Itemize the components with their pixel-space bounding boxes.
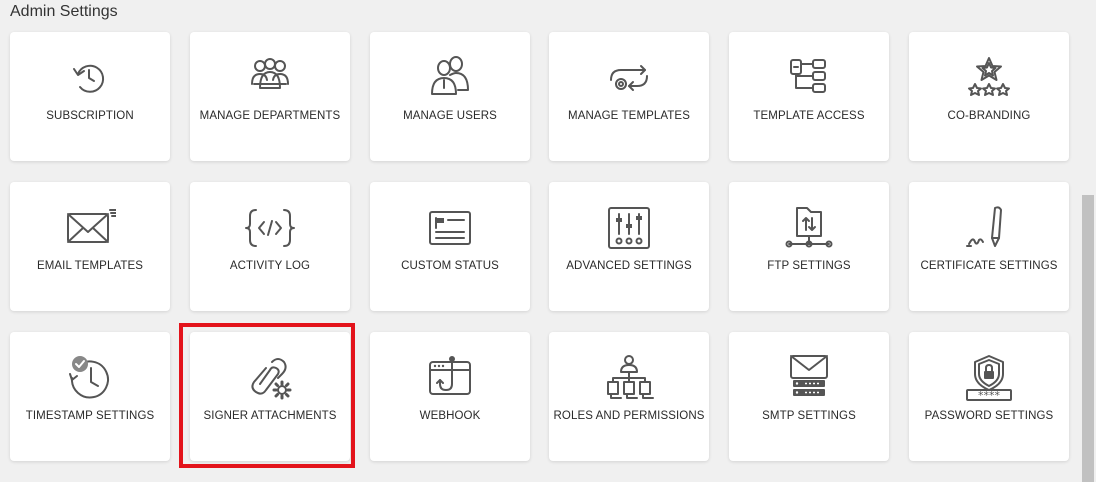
tile-subscription[interactable]: SUBSCRIPTION bbox=[10, 32, 170, 161]
tile-manage-templates[interactable]: MANAGE TEMPLATES bbox=[549, 32, 709, 161]
tile-label: ADVANCED SETTINGS bbox=[566, 260, 692, 272]
tile-activity-log[interactable]: ACTIVITY LOG bbox=[190, 182, 350, 311]
signer-attachments-icon bbox=[244, 354, 296, 402]
tile-signer-attachments[interactable]: SIGNER ATTACHMENTS bbox=[190, 332, 350, 461]
tile-label: EMAIL TEMPLATES bbox=[36, 260, 144, 272]
scrollbar[interactable] bbox=[1082, 195, 1094, 482]
timestamp-settings-icon bbox=[64, 354, 116, 402]
email-templates-icon bbox=[64, 204, 116, 252]
tile-label: CO-BRANDING bbox=[947, 110, 1031, 122]
departments-icon bbox=[244, 54, 296, 102]
password-settings-icon: **** bbox=[963, 354, 1015, 402]
tile-webhook[interactable]: WEBHOOK bbox=[370, 332, 530, 461]
tile-label: CERTIFICATE SETTINGS bbox=[920, 260, 1058, 272]
tile-label: WEBHOOK bbox=[419, 410, 481, 422]
tile-manage-departments[interactable]: MANAGE DEPARTMENTS bbox=[190, 32, 350, 161]
tile-label: SIGNER ATTACHMENTS bbox=[203, 410, 337, 422]
page-title: Admin Settings bbox=[10, 3, 118, 20]
subscription-icon bbox=[64, 54, 116, 102]
tile-label: FTP SETTINGS bbox=[767, 260, 851, 272]
smtp-settings-icon bbox=[783, 354, 835, 402]
users-icon bbox=[424, 54, 476, 102]
tile-certificate-settings[interactable]: CERTIFICATE SETTINGS bbox=[909, 182, 1069, 311]
tile-label: MANAGE USERS bbox=[403, 110, 497, 122]
ftp-settings-icon bbox=[783, 204, 835, 252]
tile-co-branding[interactable]: CO-BRANDING bbox=[909, 32, 1069, 161]
tile-advanced-settings[interactable]: ADVANCED SETTINGS bbox=[549, 182, 709, 311]
tile-label: SUBSCRIPTION bbox=[46, 110, 134, 122]
tile-ftp-settings[interactable]: FTP SETTINGS bbox=[729, 182, 889, 311]
roles-permissions-icon bbox=[603, 354, 655, 402]
tile-label: TIMESTAMP SETTINGS bbox=[25, 410, 155, 422]
templates-icon bbox=[603, 54, 655, 102]
svg-text:****: **** bbox=[978, 389, 1001, 402]
tile-password-settings[interactable]: **** PASSWORD SETTINGS bbox=[909, 332, 1069, 461]
tile-custom-status[interactable]: CUSTOM STATUS bbox=[370, 182, 530, 311]
tile-label: ACTIVITY LOG bbox=[229, 260, 311, 272]
tile-label: CUSTOM STATUS bbox=[401, 260, 499, 272]
tile-manage-users[interactable]: MANAGE USERS bbox=[370, 32, 530, 161]
tile-smtp-settings[interactable]: SMTP SETTINGS bbox=[729, 332, 889, 461]
tile-roles-and-permissions[interactable]: ROLES AND PERMISSIONS bbox=[549, 332, 709, 461]
co-branding-icon bbox=[963, 54, 1015, 102]
certificate-settings-icon bbox=[963, 204, 1015, 252]
tile-label: PASSWORD SETTINGS bbox=[924, 410, 1054, 422]
custom-status-icon bbox=[424, 204, 476, 252]
activity-log-icon bbox=[244, 204, 296, 252]
tile-label: MANAGE DEPARTMENTS bbox=[199, 110, 341, 122]
webhook-icon bbox=[424, 354, 476, 402]
tile-timestamp-settings[interactable]: TIMESTAMP SETTINGS bbox=[10, 332, 170, 461]
tile-label: ROLES AND PERMISSIONS bbox=[553, 410, 705, 422]
template-access-icon bbox=[783, 54, 835, 102]
tile-label: SMTP SETTINGS bbox=[762, 410, 856, 422]
tile-email-templates[interactable]: EMAIL TEMPLATES bbox=[10, 182, 170, 311]
tile-label: MANAGE TEMPLATES bbox=[568, 110, 690, 122]
advanced-settings-icon bbox=[603, 204, 655, 252]
tile-template-access[interactable]: TEMPLATE ACCESS bbox=[729, 32, 889, 161]
tile-label: TEMPLATE ACCESS bbox=[753, 110, 865, 122]
